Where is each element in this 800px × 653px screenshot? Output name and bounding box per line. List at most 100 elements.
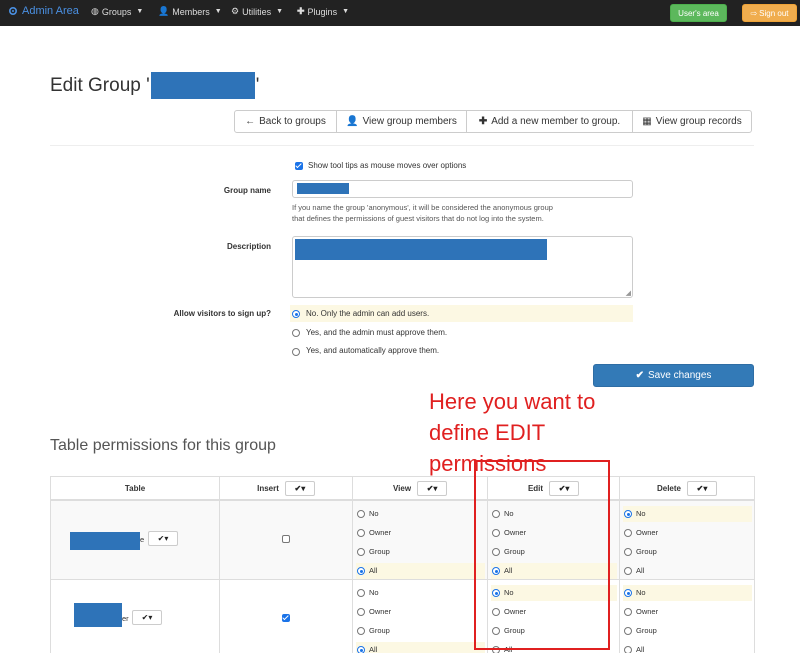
view-option-0-label: No [369, 509, 379, 518]
header-view: View ✔▾ [352, 476, 488, 500]
logout-icon: ⇨ [750, 8, 758, 18]
group-name-help-line-1: If you name the group 'anonymous', it wi… [292, 203, 553, 212]
view-option-3-radio[interactable] [357, 567, 365, 575]
caret-down-icon: ▼ [214, 8, 222, 15]
save-label: Save changes [648, 370, 712, 381]
divider [50, 145, 754, 146]
view-option-0-radio[interactable] [357, 510, 365, 518]
header-view-label: View [392, 483, 412, 493]
plus-icon: ✚ [297, 6, 305, 16]
view-records-button[interactable]: ▦ View group records [632, 110, 752, 133]
delete-option-1-radio[interactable] [624, 608, 632, 616]
delete-option-0-label: No [636, 509, 646, 518]
sign-out-button[interactable]: ⇨ Sign out [742, 4, 797, 22]
description-textarea[interactable]: ◢ [292, 236, 633, 298]
annotation-highlight-box [474, 460, 610, 650]
users-area-button[interactable]: User's area [670, 4, 727, 22]
header-insert-label: Insert [257, 483, 279, 493]
add-member-button[interactable]: ✚ Add a new member to group. [466, 110, 633, 133]
nav-members[interactable]: 👤 Members ▼ [158, 6, 222, 17]
caret-down-icon: ▼ [276, 8, 284, 15]
nav-plugins[interactable]: ✚ Plugins ▼ [297, 6, 349, 17]
delete-option-2-radio[interactable] [624, 548, 632, 556]
delete-option-3-label: All [636, 566, 645, 575]
nav-plugins-label: Plugins [307, 6, 338, 17]
delete-option-3-radio[interactable] [624, 567, 632, 575]
signup-option-auto-radio[interactable] [292, 348, 300, 356]
back-to-groups-button[interactable]: ← Back to groups [234, 110, 337, 133]
nav-groups[interactable]: ◍ Groups ▼ [91, 6, 143, 17]
redacted-description [295, 239, 547, 260]
view-option-2-label: Group [369, 626, 390, 635]
view-members-label: View group members [362, 116, 457, 127]
table-set-all-button[interactable]: ✔▾ [148, 531, 178, 546]
save-changes-button[interactable]: ✔ Save changes [593, 364, 754, 387]
delete-option-0-radio[interactable] [624, 510, 632, 518]
view-option-0-radio[interactable] [357, 589, 365, 597]
permissions-title: Table permissions for this group [50, 437, 276, 454]
annotation-line-2: define EDIT [429, 420, 546, 445]
delete-option-2-radio[interactable] [624, 627, 632, 635]
brand-link[interactable]: Admin Area [8, 5, 79, 17]
signup-label: Allow visitors to sign up? [173, 309, 271, 318]
set-all-insert-button[interactable]: ✔▾ [284, 480, 315, 496]
redacted-group-name [150, 72, 255, 99]
nav-members-label: Members [172, 6, 210, 17]
signup-option-no-label: No. Only the admin can add users. [306, 309, 430, 318]
view-option-2-radio[interactable] [357, 627, 365, 635]
header-insert: Insert ✔▾ [219, 476, 353, 500]
view-option-3-radio[interactable] [357, 646, 365, 653]
view-option-1-label: Owner [369, 607, 392, 616]
tooltips-label: Show tool tips as mouse moves over optio… [308, 161, 467, 170]
view-option-3-label: All [369, 566, 378, 575]
group-name-input[interactable] [292, 180, 633, 198]
annotation-line-1: Here you want to [429, 389, 596, 414]
signup-option-approve-label: Yes, and the admin must approve them. [306, 328, 448, 337]
check-icon: ✔ [635, 370, 644, 381]
table-set-all-button[interactable]: ✔▾ [132, 610, 162, 625]
user-icon: 👤 [346, 116, 359, 127]
delete-option-2-label: Group [636, 547, 657, 556]
delete-option-3-radio[interactable] [624, 646, 632, 653]
title-prefix: Edit Group ' [50, 74, 150, 96]
signup-option-auto-label: Yes, and automatically approve them. [306, 346, 440, 355]
tooltips-checkbox[interactable] [295, 162, 303, 170]
header-table: Table [50, 476, 220, 500]
view-option-2-radio[interactable] [357, 548, 365, 556]
delete-option-1-label: Owner [636, 607, 659, 616]
arrow-left-icon: ← [245, 116, 256, 127]
view-members-button[interactable]: 👤 View group members [336, 110, 467, 133]
header-delete: Delete ✔▾ [619, 476, 755, 500]
sign-out-label: Sign out [759, 8, 789, 18]
title-suffix: ' [255, 74, 260, 96]
insert-checkbox[interactable] [282, 535, 290, 543]
redacted-group-name-value [297, 183, 349, 194]
nav-utilities[interactable]: ⚙ Utilities ▼ [231, 6, 283, 17]
grid-icon: ▦ [642, 116, 652, 127]
signup-option-approve-radio[interactable] [292, 329, 300, 337]
view-records-label: View group records [655, 116, 742, 127]
gear-icon [8, 6, 18, 16]
group-actions: ← Back to groups 👤 View group members ✚ Add… [234, 110, 752, 133]
caret-down-icon: ▼ [136, 8, 144, 15]
delete-option-0-radio[interactable] [624, 589, 632, 597]
resize-handle-icon[interactable]: ◢ [626, 289, 631, 297]
set-all-delete-button[interactable]: ✔▾ [687, 480, 717, 496]
redacted-table-name [70, 532, 140, 550]
view-option-1-radio[interactable] [357, 608, 365, 616]
brand-label: Admin Area [22, 5, 79, 17]
view-option-1-radio[interactable] [357, 529, 365, 537]
set-all-view-button[interactable]: ✔▾ [417, 480, 448, 496]
signup-option-no-radio[interactable] [292, 310, 300, 318]
group-name-help-line-2: that defines the permissions of guest vi… [292, 214, 544, 223]
add-member-label: Add a new member to group. [491, 116, 621, 127]
delete-option-1-label: Owner [636, 528, 659, 537]
delete-option-0-label: No [636, 588, 646, 597]
header-delete-label: Delete [656, 483, 681, 493]
top-navbar: Admin Area ◍ Groups ▼ 👤 Members ▼ ⚙ Utilities… [0, 0, 800, 26]
insert-checkbox[interactable] [282, 614, 290, 622]
view-option-1-label: Owner [369, 528, 392, 537]
page-title: Edit Group ' ' [50, 72, 259, 99]
delete-option-2-label: Group [636, 626, 657, 635]
delete-option-1-radio[interactable] [624, 529, 632, 537]
